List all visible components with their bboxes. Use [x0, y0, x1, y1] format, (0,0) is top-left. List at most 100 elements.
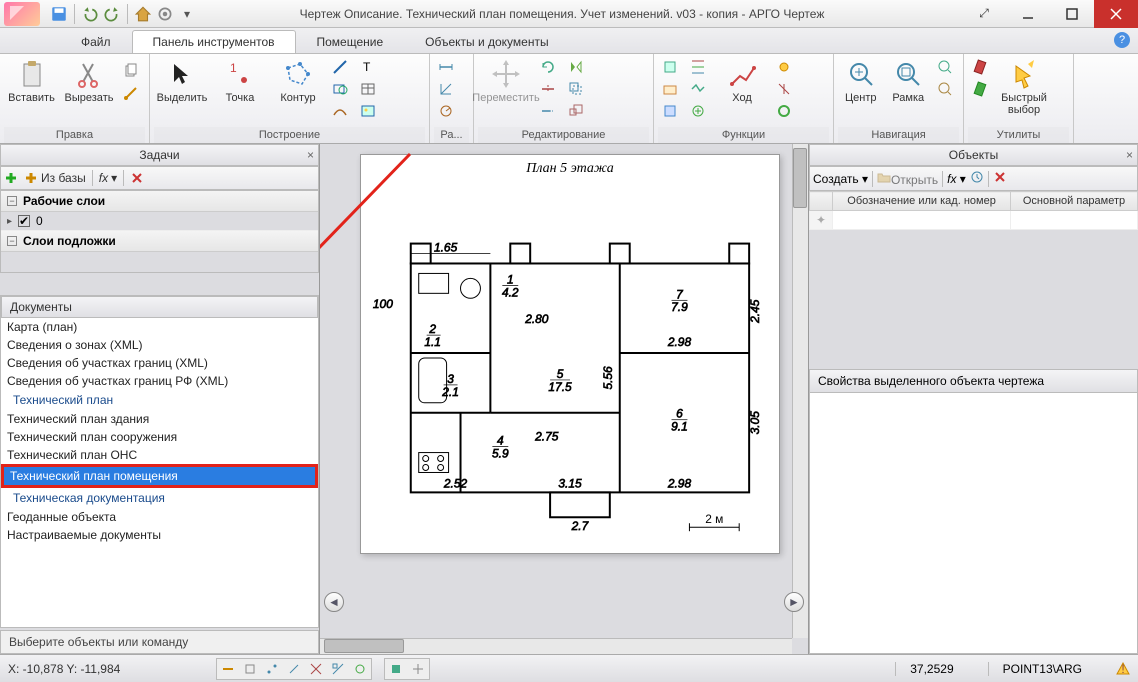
undo-icon[interactable] — [81, 5, 99, 23]
func-icon-7[interactable] — [772, 56, 798, 78]
doc-item[interactable]: Технический план помещения — [1, 464, 318, 488]
snap-icon-6[interactable] — [328, 660, 348, 678]
brush-icon[interactable] — [119, 82, 145, 104]
canvas-scrollbar-v[interactable] — [792, 144, 808, 638]
obj-fx-button[interactable]: fx ▾ — [947, 172, 966, 186]
copy-icon[interactable] — [119, 60, 145, 82]
status-bar: X: -10,878 Y: -11,984 37,2529 POINT13\AR… — [0, 654, 1138, 682]
doc-item[interactable]: Технический план сооружения — [1, 428, 318, 446]
nav-next-icon[interactable]: ► — [784, 592, 804, 612]
func-icon-2[interactable] — [658, 78, 684, 100]
home-icon[interactable] — [134, 5, 152, 23]
snap-icon-1[interactable] — [218, 660, 238, 678]
from-db-button[interactable]: Из базы — [24, 171, 86, 185]
doc-item[interactable]: Техническая документация — [1, 488, 318, 508]
open-button[interactable]: Открыть — [877, 170, 938, 187]
func-icon-6[interactable] — [686, 100, 712, 122]
drawing-viewport[interactable]: План 5 этажа — [320, 144, 808, 654]
create-button[interactable]: Создать ▾ — [813, 172, 868, 186]
qat-dropdown-icon[interactable]: ▾ — [178, 5, 196, 23]
func-icon-8[interactable] — [772, 78, 798, 100]
point-button[interactable]: 1Точка — [212, 56, 268, 106]
func-icon-1[interactable] — [658, 56, 684, 78]
snap-icon-9[interactable] — [408, 660, 428, 678]
offset-icon[interactable] — [564, 78, 590, 100]
image-tool-icon[interactable] — [356, 100, 382, 122]
snap-icon-7[interactable] — [350, 660, 370, 678]
doc-item[interactable]: Карта (план) — [1, 318, 318, 336]
doc-item[interactable]: Сведения о зонах (XML) — [1, 336, 318, 354]
arc-tool-icon[interactable] — [328, 100, 354, 122]
zoom-plus-icon[interactable] — [933, 56, 959, 78]
save-icon[interactable] — [50, 5, 68, 23]
func-icon-5[interactable] — [686, 78, 712, 100]
text-tool-icon[interactable]: T — [356, 56, 382, 78]
layer-row[interactable]: ▸✔0 — [1, 212, 318, 231]
snap-icon-5[interactable] — [306, 660, 326, 678]
line-tool-icon[interactable] — [328, 56, 354, 78]
warning-icon[interactable]: ! — [1116, 662, 1130, 676]
snap-icon-8[interactable] — [386, 660, 406, 678]
maximize-button[interactable] — [1050, 0, 1094, 28]
group-funcs-label: Функции — [658, 127, 829, 143]
dim-icon-3[interactable] — [434, 100, 460, 122]
ribbon-tabs: Файл Панель инструментов Помещение Объек… — [0, 28, 1138, 54]
canvas-scrollbar-h[interactable] — [320, 638, 792, 654]
tab-room[interactable]: Помещение — [296, 30, 405, 53]
add-icon[interactable] — [4, 171, 18, 185]
snap-icon-4[interactable] — [284, 660, 304, 678]
settings-icon[interactable] — [156, 5, 174, 23]
util-icon-1[interactable] — [968, 56, 994, 78]
mirror-icon[interactable] — [564, 56, 590, 78]
work-layers-header[interactable]: −Рабочие слои — [1, 191, 318, 212]
panel-close-icon[interactable]: × — [1126, 148, 1133, 162]
shape-tool-icon[interactable] — [328, 78, 354, 100]
substrate-layers-header[interactable]: −Слои подложки — [1, 231, 318, 252]
tab-file[interactable]: Файл — [60, 30, 132, 53]
scale-icon[interactable] — [564, 100, 590, 122]
func-icon-9[interactable] — [772, 100, 798, 122]
svg-text:5.9: 5.9 — [492, 447, 509, 461]
contour-button[interactable]: Контур — [270, 56, 326, 106]
delete-icon[interactable] — [130, 171, 144, 185]
obj-history-icon[interactable] — [970, 170, 984, 187]
col-param[interactable]: Основной параметр — [1011, 192, 1138, 211]
doc-item[interactable]: Настраиваемые документы — [1, 526, 318, 544]
help-icon[interactable]: ? — [1114, 32, 1130, 48]
table-tool-icon[interactable] — [356, 78, 382, 100]
dim-icon-2[interactable] — [434, 78, 460, 100]
doc-item[interactable]: Геоданные объекта — [1, 508, 318, 526]
frame-button[interactable]: Рамка — [886, 56, 932, 106]
util-icon-2[interactable] — [968, 78, 994, 100]
fx-button[interactable]: fx ▾ — [99, 171, 117, 185]
func-icon-4[interactable] — [686, 56, 712, 78]
snap-icon-2[interactable] — [240, 660, 260, 678]
snap-icon-3[interactable] — [262, 660, 282, 678]
cut-button[interactable]: Вырезать — [61, 56, 117, 106]
doc-item[interactable]: Технический план — [1, 390, 318, 410]
nav-prev-icon[interactable]: ◄ — [324, 592, 344, 612]
tab-tools[interactable]: Панель инструментов — [132, 30, 296, 53]
redo-icon[interactable] — [103, 5, 121, 23]
select-button[interactable]: Выделить — [154, 56, 210, 106]
col-designation[interactable]: Обозначение или кад. номер — [833, 192, 1011, 211]
paste-button[interactable]: Вставить — [4, 56, 59, 106]
doc-item[interactable]: Технический план ОНС — [1, 446, 318, 464]
quick-select-button[interactable]: Быстрый выбор — [996, 56, 1052, 118]
go-button[interactable]: Ход — [714, 56, 770, 106]
close-button[interactable] — [1094, 0, 1138, 28]
restore-arrows-icon[interactable]: ⤢ — [962, 0, 1006, 28]
obj-delete-icon[interactable] — [993, 170, 1007, 187]
zoom-back-icon[interactable] — [933, 78, 959, 100]
func-icon-3[interactable] — [658, 100, 684, 122]
doc-item[interactable]: Сведения об участках границ РФ (XML) — [1, 372, 318, 390]
rotate-icon[interactable] — [536, 56, 562, 78]
minimize-button[interactable] — [1006, 0, 1050, 28]
dim-icon-1[interactable] — [434, 56, 460, 78]
doc-item[interactable]: Технический план здания — [1, 410, 318, 428]
tab-objects[interactable]: Объекты и документы — [404, 30, 569, 53]
doc-item[interactable]: Сведения об участках границ (XML) — [1, 354, 318, 372]
move-button[interactable]: Переместить — [478, 56, 534, 106]
panel-close-icon[interactable]: × — [307, 148, 314, 162]
center-button[interactable]: Центр — [838, 56, 884, 106]
